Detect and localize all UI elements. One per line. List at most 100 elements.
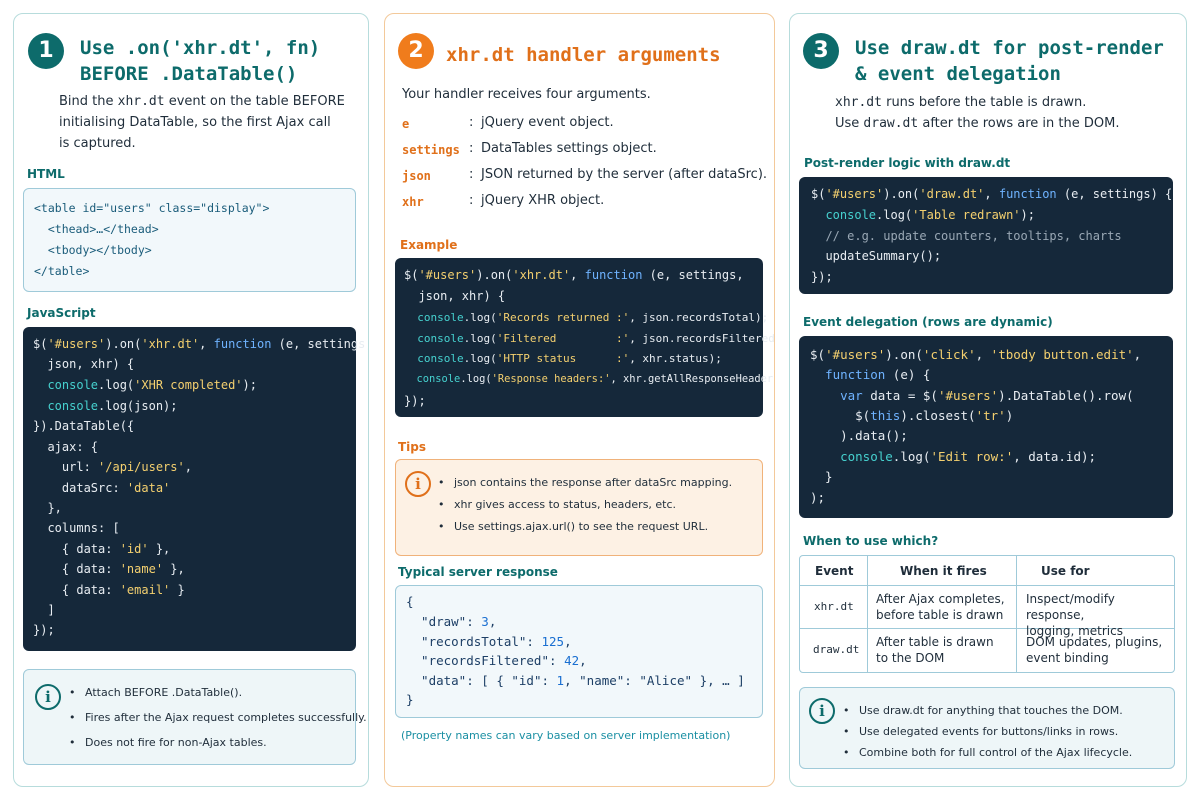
desc-text: runs before the table is drawn. — [881, 95, 1087, 110]
table-header-use: Use for — [1041, 564, 1090, 578]
card-intro: Your handler receives four arguments. — [402, 87, 651, 102]
arg-description: JSON returned by the server (after dataS… — [481, 167, 768, 182]
example-heading: Example — [400, 238, 458, 252]
table-row-when: After table is drawn to the DOM — [876, 635, 994, 665]
title-line-1: Use .on('xhr.dt', fn) — [80, 37, 321, 59]
desc-text: Use — [835, 116, 864, 131]
code-line: dataSrc: 'data' — [33, 481, 171, 495]
card-description: xhr.dt runs before the table is drawn. U… — [835, 92, 1119, 134]
arg-description: DataTables settings object. — [481, 141, 657, 156]
code-line: <thead>…</thead> — [34, 222, 159, 236]
desc-text: after the rows are in the DOM. — [918, 116, 1120, 131]
delegation-heading: Event delegation (rows are dynamic) — [803, 315, 1053, 329]
server-response-block: { "draw": 3, "recordsTotal": 125, "recor… — [395, 585, 763, 718]
table-header-when: When it fires — [900, 564, 987, 578]
code-line: console.log('HTTP status :', xhr.status)… — [404, 352, 722, 365]
arg-name: json — [402, 169, 431, 183]
code-line: $('#users').on('draw.dt', function (e, s… — [811, 187, 1173, 201]
code-line: "recordsFiltered": 42, — [406, 653, 587, 668]
arg-colon: : — [469, 167, 474, 182]
table-divider — [1016, 556, 1017, 672]
arg-name: xhr — [402, 195, 424, 209]
desc-text: is captured. — [59, 136, 136, 151]
card-xhr-binding: 1 Use .on('xhr.dt', fn) BEFORE .DataTabl… — [13, 13, 369, 787]
code-line: console.log('Filtered :', json.recordsFi… — [404, 332, 775, 345]
desc-text: Bind the — [59, 94, 118, 109]
code-line: console.log('Records returned :', json.r… — [404, 311, 769, 324]
code-line: }).DataTable({ — [33, 419, 135, 433]
comparison-heading: When to use which? — [803, 534, 939, 548]
code-line: } — [810, 469, 833, 484]
info-icon: i — [809, 698, 835, 724]
code-line: <tbody></tbody> — [34, 243, 152, 257]
card-description: Bind the xhr.dt event on the table BEFOR… — [59, 91, 345, 154]
info-icon: i — [35, 684, 61, 710]
code-line: }); — [33, 623, 55, 637]
desc-code: xhr.dt — [117, 94, 165, 109]
info-box: i Attach BEFORE .DataTable(). Fires afte… — [23, 669, 367, 765]
code-line: ); — [810, 490, 826, 505]
code-line: ajax: { — [33, 440, 99, 454]
code-line: url: '/api/users', — [33, 460, 192, 474]
code-line: { — [406, 594, 414, 609]
card-title: Use draw.dt for post-render & event dele… — [855, 35, 1164, 87]
table-divider — [800, 585, 1174, 586]
code-line: json, xhr) { — [33, 357, 135, 371]
step-number-badge: 2 — [398, 33, 434, 69]
code-line: console.log('Response headers:', xhr.get… — [404, 373, 775, 385]
javascript-heading: JavaScript — [27, 306, 96, 320]
code-comment: // e.g. update counters, tooltips, chart… — [811, 229, 1122, 243]
card-handler-arguments: 2 xhr.dt handler arguments Your handler … — [384, 13, 775, 787]
code-line: { data: 'id' }, — [33, 542, 171, 556]
code-line: }, — [33, 501, 62, 515]
table-divider — [867, 556, 868, 672]
code-line: var data = $('#users').DataTable().row( — [840, 388, 1134, 403]
code-line: } — [406, 692, 414, 707]
code-line: console.log('Edit row:', data.id); — [810, 449, 1097, 464]
arg-description: jQuery event object. — [481, 115, 614, 130]
code-line: columns: [ — [33, 521, 120, 535]
post-render-heading: Post-render logic with draw.dt — [804, 156, 1011, 170]
card-draw-delegation: 3 Use draw.dt for post-render & event de… — [789, 13, 1187, 787]
info-bullet: Combine both for full control of the Aja… — [843, 746, 1132, 759]
code-line: ] — [33, 603, 55, 617]
table-row-use: DOM updates, plugins, event binding — [1026, 635, 1163, 665]
info-box: i Use draw.dt for anything that touches … — [799, 687, 1175, 769]
arg-name: e — [402, 117, 410, 131]
code-line: console.log('XHR completed'); — [33, 378, 257, 392]
info-bullet: Attach BEFORE .DataTable(). — [69, 686, 242, 699]
code-line: function (e) { — [825, 367, 931, 382]
desc-text: initialising DataTable, so the first Aja… — [59, 115, 331, 130]
table-row-event: draw.dt — [813, 643, 860, 656]
arg-description: jQuery XHR object. — [481, 193, 605, 208]
info-bullet: Use delegated events for buttons/links i… — [843, 725, 1118, 738]
info-icon: i — [405, 471, 431, 497]
desc-code: xhr.dt — [835, 95, 882, 110]
code-line: }); — [811, 270, 833, 284]
info-bullet: Use draw.dt for anything that touches th… — [843, 704, 1123, 717]
title-line-2: BEFORE .DataTable() — [80, 63, 298, 85]
table-row-when: After Ajax completes, before table is dra… — [876, 592, 1005, 622]
card-title: Use .on('xhr.dt', fn) BEFORE .DataTable(… — [80, 35, 320, 87]
info-bullet: Does not fire for non-Ajax tables. — [69, 736, 267, 749]
code-line: "recordsTotal": 125, — [406, 634, 572, 649]
code-line: console.log(json); — [33, 399, 178, 413]
code-line: { data: 'name' }, — [33, 562, 185, 576]
desc-code: draw.dt — [863, 116, 919, 131]
code-line: <table id="users" class="display"> — [34, 201, 270, 215]
comparison-table: Event When it fires Use for xhr.dt After… — [799, 555, 1175, 673]
example-code-block: $('#users').on('xhr.dt', function (e, se… — [395, 258, 774, 417]
arg-colon: : — [469, 193, 474, 208]
tip-bullet: Use settings.ajax.url() to see the reque… — [438, 520, 708, 533]
tips-heading: Tips — [398, 440, 427, 454]
html-code-block: <table id="users" class="display"> <thea… — [23, 188, 356, 292]
server-response-heading: Typical server response — [398, 565, 558, 579]
code-line: updateSummary(); — [811, 249, 942, 263]
server-note: (Property names can vary based on server… — [401, 729, 731, 742]
code-line: </table> — [34, 264, 90, 278]
tip-bullet: json contains the response after dataSrc… — [438, 476, 732, 489]
delegation-code-block: $('#users').on('click', 'tbody button.ed… — [799, 336, 1173, 518]
info-bullet: Fires after the Ajax request completes s… — [69, 711, 367, 724]
desc-text: event on the table BEFORE — [164, 94, 345, 109]
arg-colon: : — [469, 141, 474, 156]
